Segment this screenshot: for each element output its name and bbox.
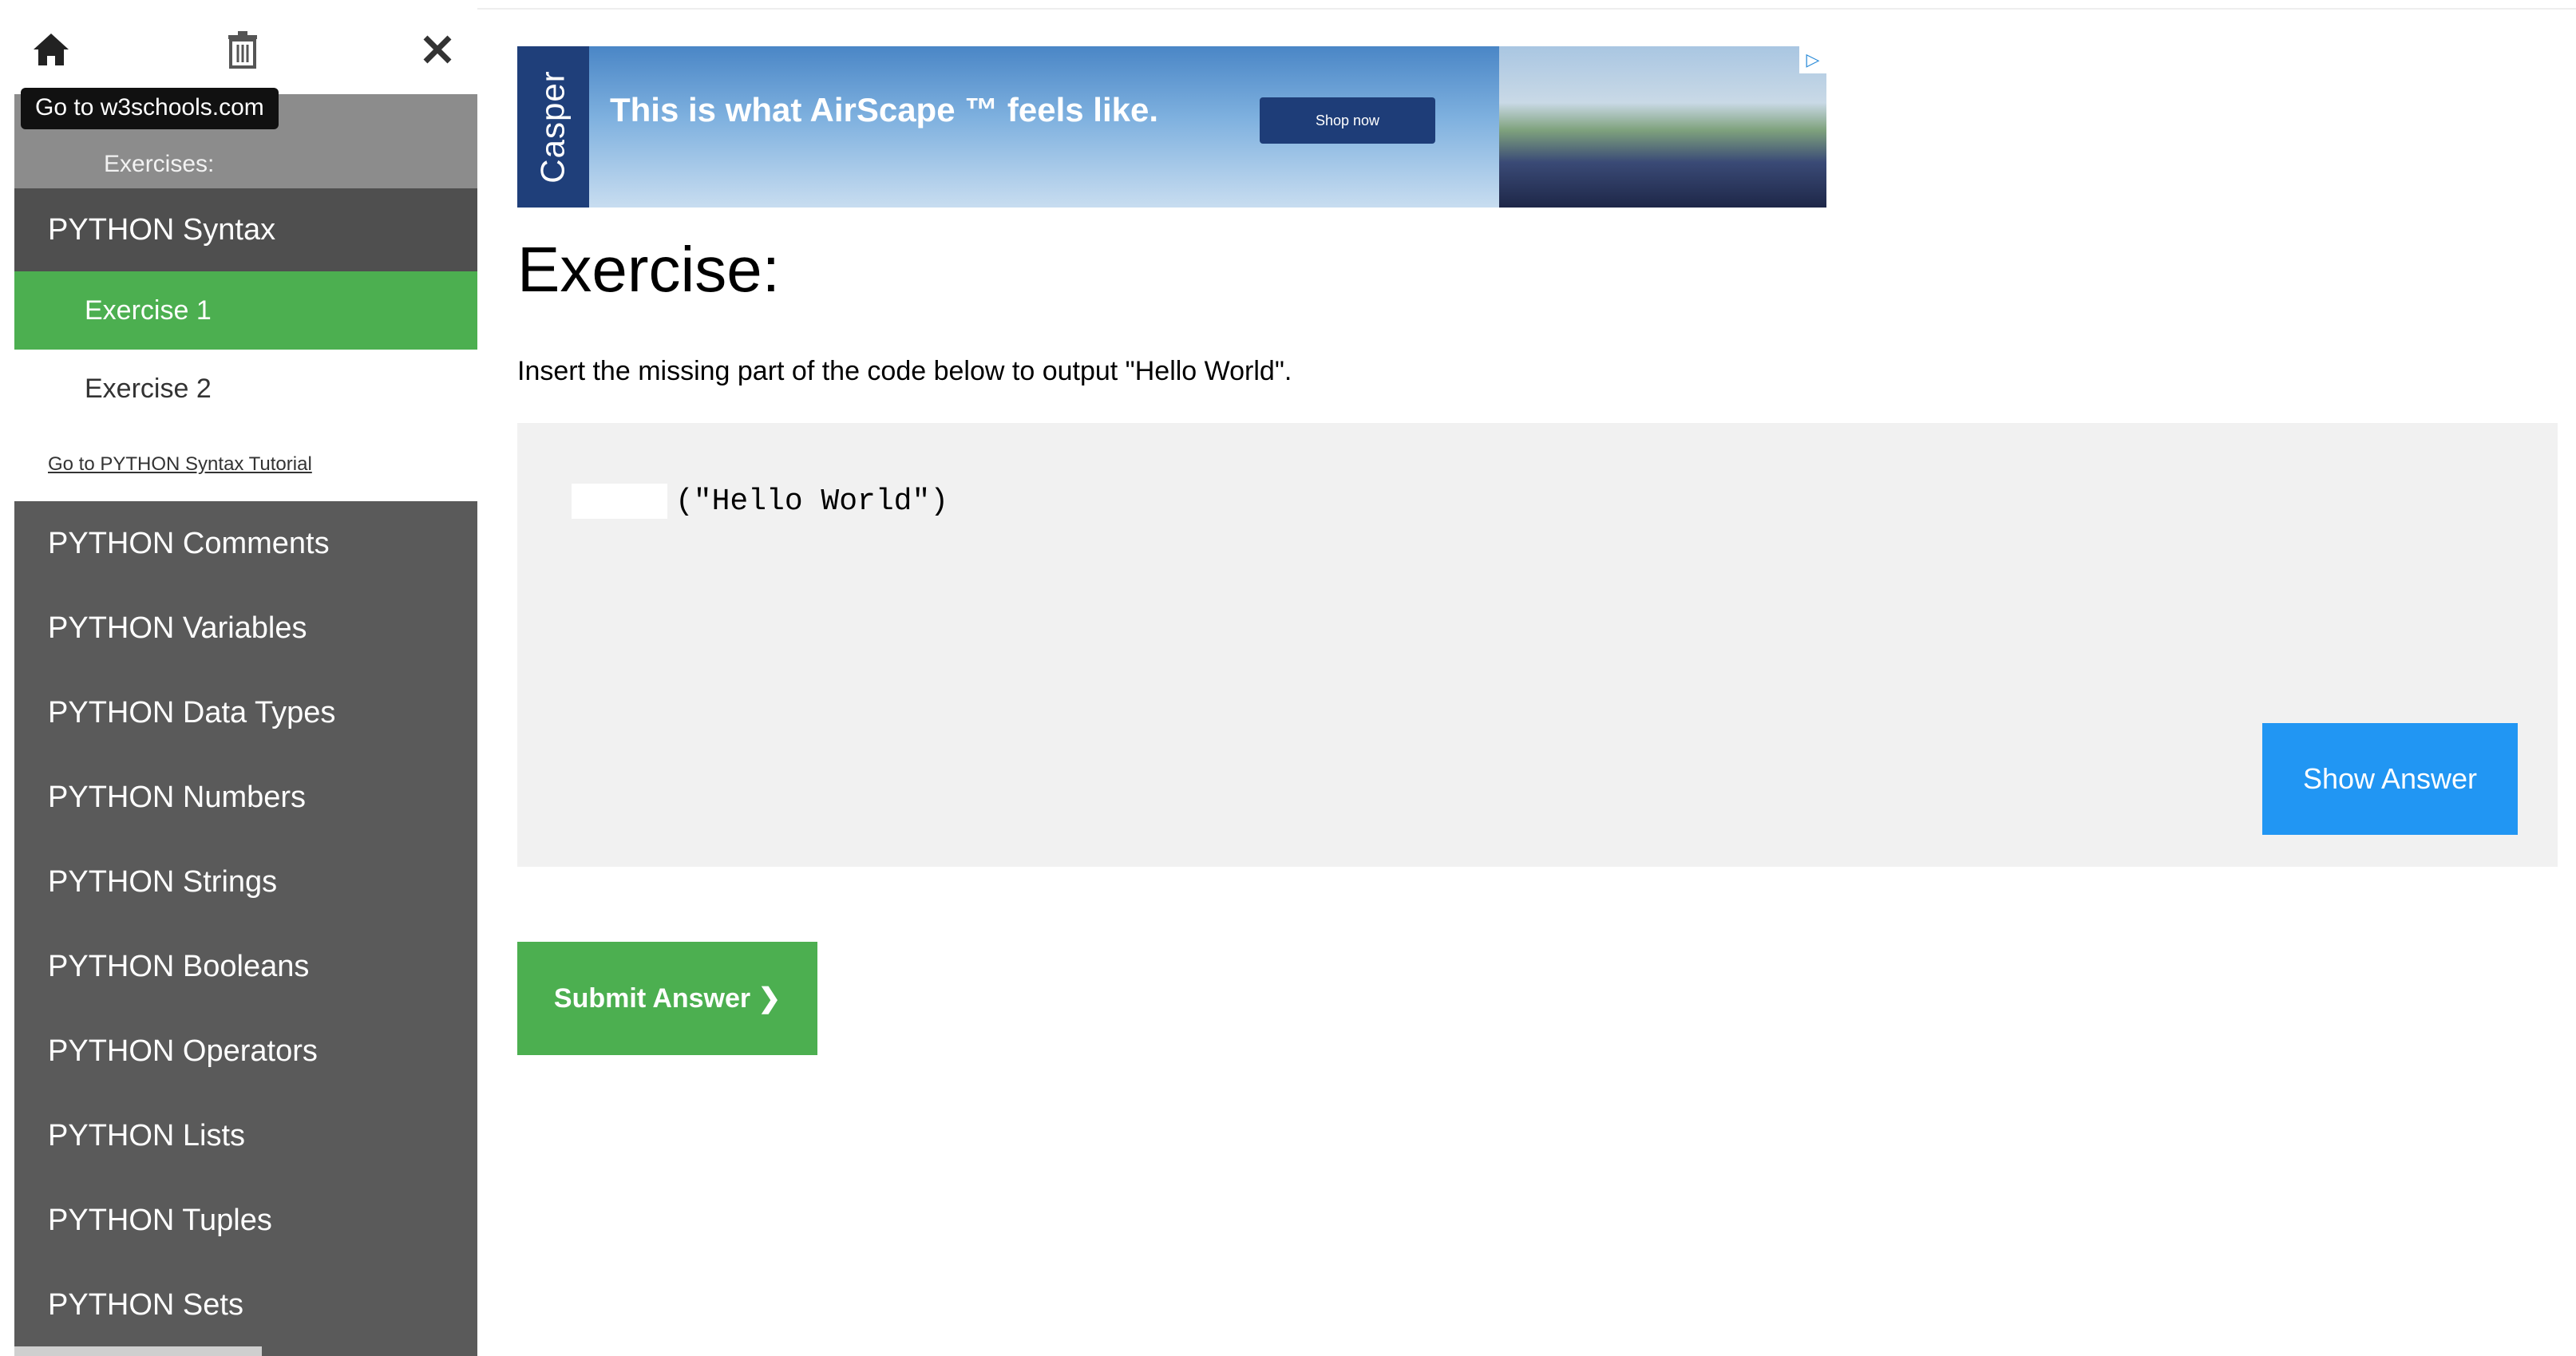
code-answer-input[interactable] bbox=[572, 484, 667, 519]
sidebar-subitem-exercise-2[interactable]: Exercise 2 bbox=[14, 350, 477, 428]
sidebar: Go to w3schools.com Exercises: PYTHON Sy… bbox=[14, 0, 477, 1356]
sidebar-item-label: PYTHON Lists bbox=[48, 1118, 246, 1152]
ad-choices-icon[interactable]: ▷ bbox=[1799, 46, 1826, 73]
sidebar-item-label: PYTHON Comments bbox=[48, 526, 330, 560]
home-button[interactable] bbox=[27, 26, 75, 73]
sidebar-item-python-operators[interactable]: PYTHON Operators bbox=[14, 1009, 477, 1093]
ad-headline: This is what AirScape ™ feels like. bbox=[610, 91, 1159, 128]
submit-answer-button[interactable]: Submit Answer ❯ bbox=[517, 942, 817, 1055]
sidebar-item-python-strings[interactable]: PYTHON Strings bbox=[14, 840, 477, 924]
code-line: ("Hello World") bbox=[572, 484, 948, 519]
sidebar-item-label: PYTHON Data Types bbox=[48, 695, 336, 729]
trash-button[interactable] bbox=[219, 26, 267, 73]
sidebar-item-label: PYTHON Tuples bbox=[48, 1203, 272, 1237]
ad-banner[interactable]: Casper This is what AirScape ™ feels lik… bbox=[517, 46, 1826, 208]
sidebar-scrollbar[interactable] bbox=[14, 1346, 262, 1356]
exercise-instruction: Insert the missing part of the code belo… bbox=[517, 356, 1292, 386]
code-suffix: ("Hello World") bbox=[675, 484, 949, 519]
ad-product-image bbox=[1499, 46, 1826, 208]
sidebar-item-python-variables[interactable]: PYTHON Variables bbox=[14, 586, 477, 670]
sidebar-item-label: PYTHON Operators bbox=[48, 1034, 318, 1068]
ad-brand-logo: Casper bbox=[534, 70, 572, 184]
sidebar-item-python-syntax[interactable]: PYTHON Syntax bbox=[14, 188, 477, 271]
sidebar-item-label: PYTHON Booleans bbox=[48, 949, 310, 983]
sidebar-subitem-label: Exercise 2 bbox=[85, 373, 212, 404]
page-title: Exercise: bbox=[517, 234, 780, 305]
sidebar-item-python-numbers[interactable]: PYTHON Numbers bbox=[14, 755, 477, 840]
home-icon bbox=[34, 34, 69, 65]
sidebar-item-python-lists[interactable]: PYTHON Lists bbox=[14, 1093, 477, 1178]
tutorial-link[interactable]: Go to PYTHON Syntax Tutorial bbox=[14, 428, 477, 501]
show-answer-button[interactable]: Show Answer bbox=[2262, 723, 2518, 835]
sidebar-subitem-label: Exercise 1 bbox=[85, 295, 212, 326]
sidebar-item-label: PYTHON Sets bbox=[48, 1287, 243, 1322]
close-button[interactable] bbox=[414, 26, 461, 73]
trash-icon bbox=[228, 31, 257, 69]
sidebar-item-label: PYTHON Variables bbox=[48, 611, 307, 645]
tooltip: Go to w3schools.com bbox=[21, 88, 279, 129]
code-panel: ("Hello World") Show Answer bbox=[517, 423, 2558, 867]
sidebar-toolbar bbox=[14, 0, 477, 94]
close-icon bbox=[423, 35, 452, 64]
ad-brand-strip: Casper bbox=[517, 46, 589, 208]
sidebar-item-label: PYTHON Numbers bbox=[48, 780, 307, 814]
sidebar-item-python-comments[interactable]: PYTHON Comments bbox=[14, 501, 477, 586]
sidebar-subitem-exercise-1[interactable]: Exercise 1 bbox=[14, 271, 477, 350]
top-divider bbox=[477, 8, 2576, 10]
sidebar-item-python-tuples[interactable]: PYTHON Tuples bbox=[14, 1178, 477, 1263]
sidebar-item-python-data-types[interactable]: PYTHON Data Types bbox=[14, 670, 477, 755]
sidebar-item-label: PYTHON Strings bbox=[48, 864, 278, 899]
ad-cta-button[interactable]: Shop now bbox=[1260, 97, 1435, 144]
sidebar-item-python-sets[interactable]: PYTHON Sets bbox=[14, 1263, 477, 1347]
sidebar-item-python-booleans[interactable]: PYTHON Booleans bbox=[14, 924, 477, 1009]
sidebar-item-label: PYTHON Syntax bbox=[48, 212, 276, 247]
